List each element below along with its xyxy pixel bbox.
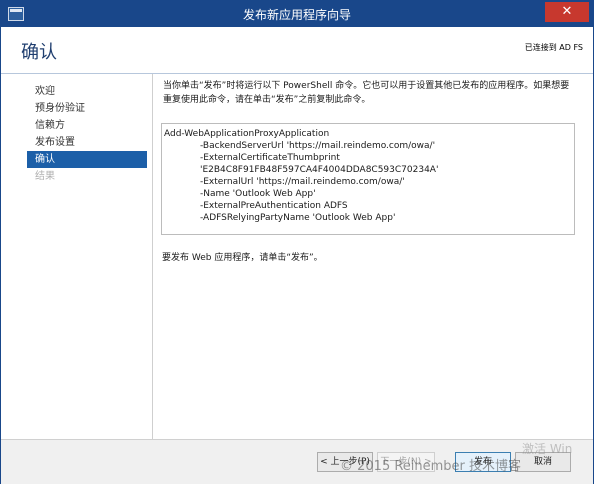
wizard-window: 发布新应用程序向导 ✕ 确认 已连接到 AD FS 欢迎 预身份验证 信赖方 发… (0, 0, 594, 484)
command-param: -BackendServerUrl 'https://mail.reindemo… (200, 141, 436, 151)
nav-divider (152, 74, 153, 454)
wizard-content: 确认 已连接到 AD FS 欢迎 预身份验证 信赖方 发布设置 确认 结果 当你… (1, 27, 593, 454)
wizard-steps-nav: 欢迎 预身份验证 信赖方 发布设置 确认 结果 (27, 83, 147, 185)
nav-item-welcome[interactable]: 欢迎 (27, 83, 147, 100)
activation-watermark: 激活 Win (522, 442, 573, 456)
publish-instruction: 要发布 Web 应用程序，请单击“发布”。 (162, 253, 323, 263)
nav-item-preauth[interactable]: 预身份验证 (27, 100, 147, 117)
page-header: 确认 已连接到 AD FS (1, 27, 593, 74)
copyright-watermark: © 2015 Reinember 技术博客 (340, 459, 522, 474)
command-param: -ExternalUrl 'https://mail.reindemo.com/… (200, 177, 405, 187)
title-bar[interactable]: 发布新应用程序向导 ✕ (1, 1, 593, 27)
window-title: 发布新应用程序向导 (242, 8, 351, 22)
close-button[interactable]: ✕ (545, 2, 589, 22)
command-line: Add-WebApplicationProxyApplication (164, 129, 330, 139)
command-param: -Name 'Outlook Web App' (200, 189, 316, 199)
command-param: -ExternalCertificateThumbprint 'E2B4C8F9… (200, 153, 439, 175)
powershell-command-box[interactable]: Add-WebApplicationProxyApplication -Back… (161, 123, 575, 235)
nav-item-confirm[interactable]: 确认 (27, 151, 147, 168)
page-title: 确认 (21, 42, 57, 63)
nav-item-relying-party[interactable]: 信赖方 (27, 117, 147, 134)
description-text: 当你单击“发布”时将运行以下 PowerShell 命令。它也可以用于设置其他已… (163, 81, 570, 105)
nav-item-results: 结果 (35, 171, 55, 182)
connection-status: 已连接到 AD FS (524, 43, 583, 52)
nav-item-publish-settings[interactable]: 发布设置 (27, 134, 147, 151)
command-param: -ADFSRelyingPartyName 'Outlook Web App' (200, 213, 396, 223)
command-param: -ExternalPreAuthentication ADFS (200, 201, 348, 211)
